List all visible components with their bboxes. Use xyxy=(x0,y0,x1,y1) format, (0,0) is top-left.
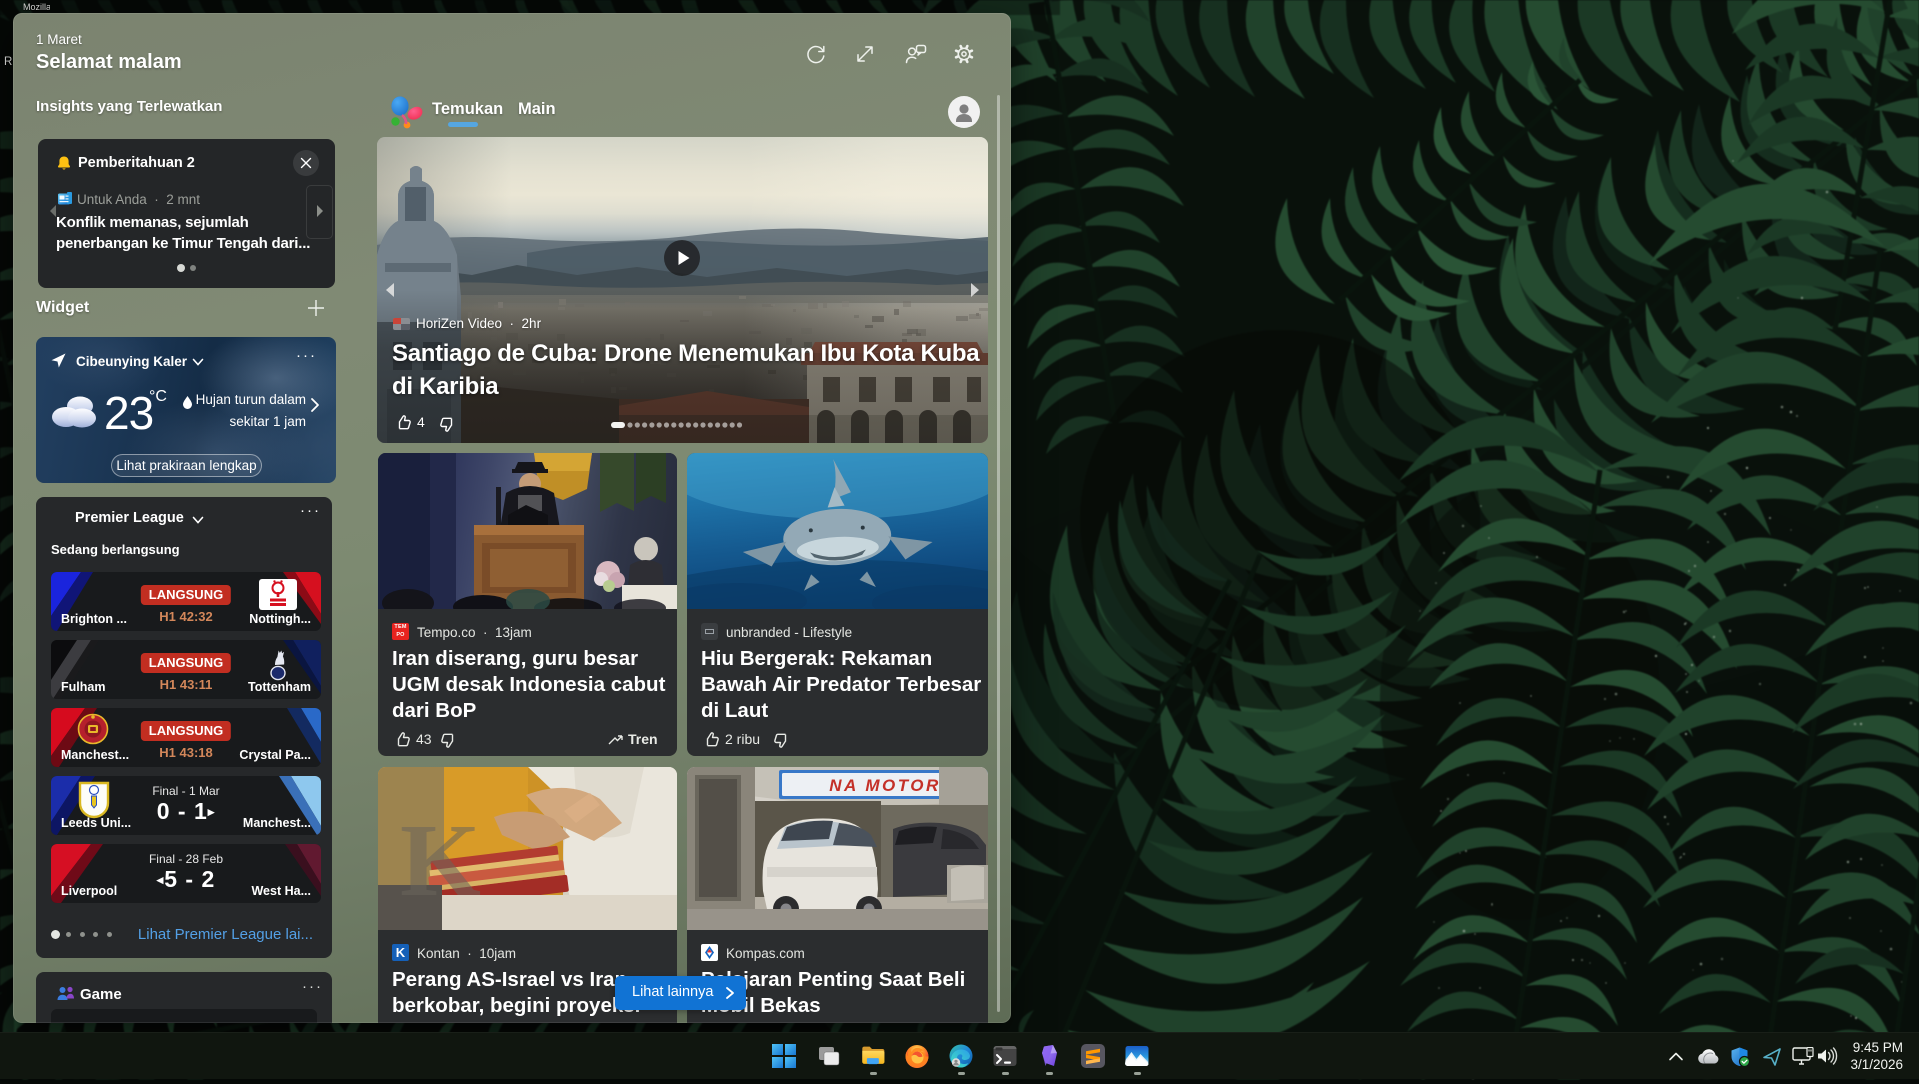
svg-text:K: K xyxy=(400,803,481,918)
svg-text:NA MOTOR: NA MOTOR xyxy=(829,776,941,795)
